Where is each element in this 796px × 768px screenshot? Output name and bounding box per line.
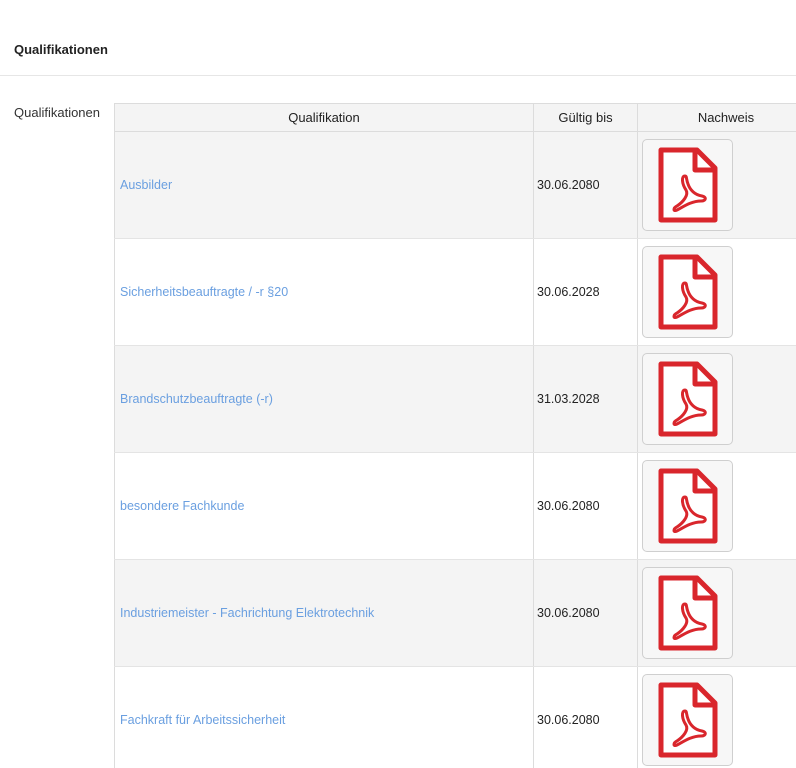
qualification-link[interactable]: Sicherheitsbeauftragte / -r §20 xyxy=(120,285,288,299)
column-header-valid-until: Gültig bis xyxy=(533,103,638,132)
valid-until-cell: 30.06.2080 xyxy=(533,559,638,667)
proof-cell xyxy=(637,452,796,560)
table-row: Ausbilder 30.06.2080 xyxy=(114,131,796,239)
table-row: Fachkraft für Arbeitssicherheit 30.06.20… xyxy=(114,666,796,768)
qualification-cell: Fachkraft für Arbeitssicherheit xyxy=(114,666,534,768)
table-body: Ausbilder 30.06.2080 Sicherheitsbeauftra… xyxy=(114,131,796,768)
pdf-document-icon xyxy=(658,575,717,651)
table-row: Industriemeister - Fachrichtung Elektrot… xyxy=(114,559,796,667)
section-header: Qualifikationen xyxy=(0,0,796,76)
table-header-row: Qualifikation Gültig bis Nachweis xyxy=(114,103,796,132)
proof-cell xyxy=(637,666,796,768)
column-header-proof: Nachweis xyxy=(637,103,796,132)
proof-cell xyxy=(637,238,796,346)
proof-cell xyxy=(637,345,796,453)
proof-pdf-button[interactable] xyxy=(642,353,733,445)
pdf-document-icon xyxy=(658,254,717,330)
proof-pdf-button[interactable] xyxy=(642,674,733,766)
proof-pdf-button[interactable] xyxy=(642,460,733,552)
qualifications-table-container: Qualifikation Gültig bis Nachweis Ausbil… xyxy=(114,103,796,768)
valid-until-cell: 30.06.2080 xyxy=(533,666,638,768)
proof-pdf-button[interactable] xyxy=(642,246,733,338)
valid-until-cell: 30.06.2028 xyxy=(533,238,638,346)
table-row: Sicherheitsbeauftragte / -r §20 30.06.20… xyxy=(114,238,796,346)
valid-until-cell: 31.03.2028 xyxy=(533,345,638,453)
qualification-link[interactable]: Brandschutzbeauftragte (-r) xyxy=(120,392,273,406)
table-row: Brandschutzbeauftragte (-r) 31.03.2028 xyxy=(114,345,796,453)
valid-until-cell: 30.06.2080 xyxy=(533,452,638,560)
proof-cell xyxy=(637,559,796,667)
qualification-link[interactable]: besondere Fachkunde xyxy=(120,499,244,513)
pdf-document-icon xyxy=(658,468,717,544)
table-row: besondere Fachkunde 30.06.2080 xyxy=(114,452,796,560)
qualification-cell: Sicherheitsbeauftragte / -r §20 xyxy=(114,238,534,346)
valid-until-cell: 30.06.2080 xyxy=(533,131,638,239)
qualification-link[interactable]: Industriemeister - Fachrichtung Elektrot… xyxy=(120,606,374,620)
field-label-qualifications: Qualifikationen xyxy=(14,105,100,120)
qualification-link[interactable]: Ausbilder xyxy=(120,178,172,192)
qualification-link[interactable]: Fachkraft für Arbeitssicherheit xyxy=(120,713,285,727)
proof-cell xyxy=(637,131,796,239)
pdf-document-icon xyxy=(658,682,717,758)
section-title: Qualifikationen xyxy=(14,42,108,57)
qualification-cell: besondere Fachkunde xyxy=(114,452,534,560)
qualifications-table: Qualifikation Gültig bis Nachweis Ausbil… xyxy=(114,103,796,768)
qualification-cell: Ausbilder xyxy=(114,131,534,239)
proof-pdf-button[interactable] xyxy=(642,139,733,231)
pdf-document-icon xyxy=(658,147,717,223)
qualification-cell: Brandschutzbeauftragte (-r) xyxy=(114,345,534,453)
qualification-cell: Industriemeister - Fachrichtung Elektrot… xyxy=(114,559,534,667)
column-header-qualification: Qualifikation xyxy=(114,103,534,132)
proof-pdf-button[interactable] xyxy=(642,567,733,659)
pdf-document-icon xyxy=(658,361,717,437)
